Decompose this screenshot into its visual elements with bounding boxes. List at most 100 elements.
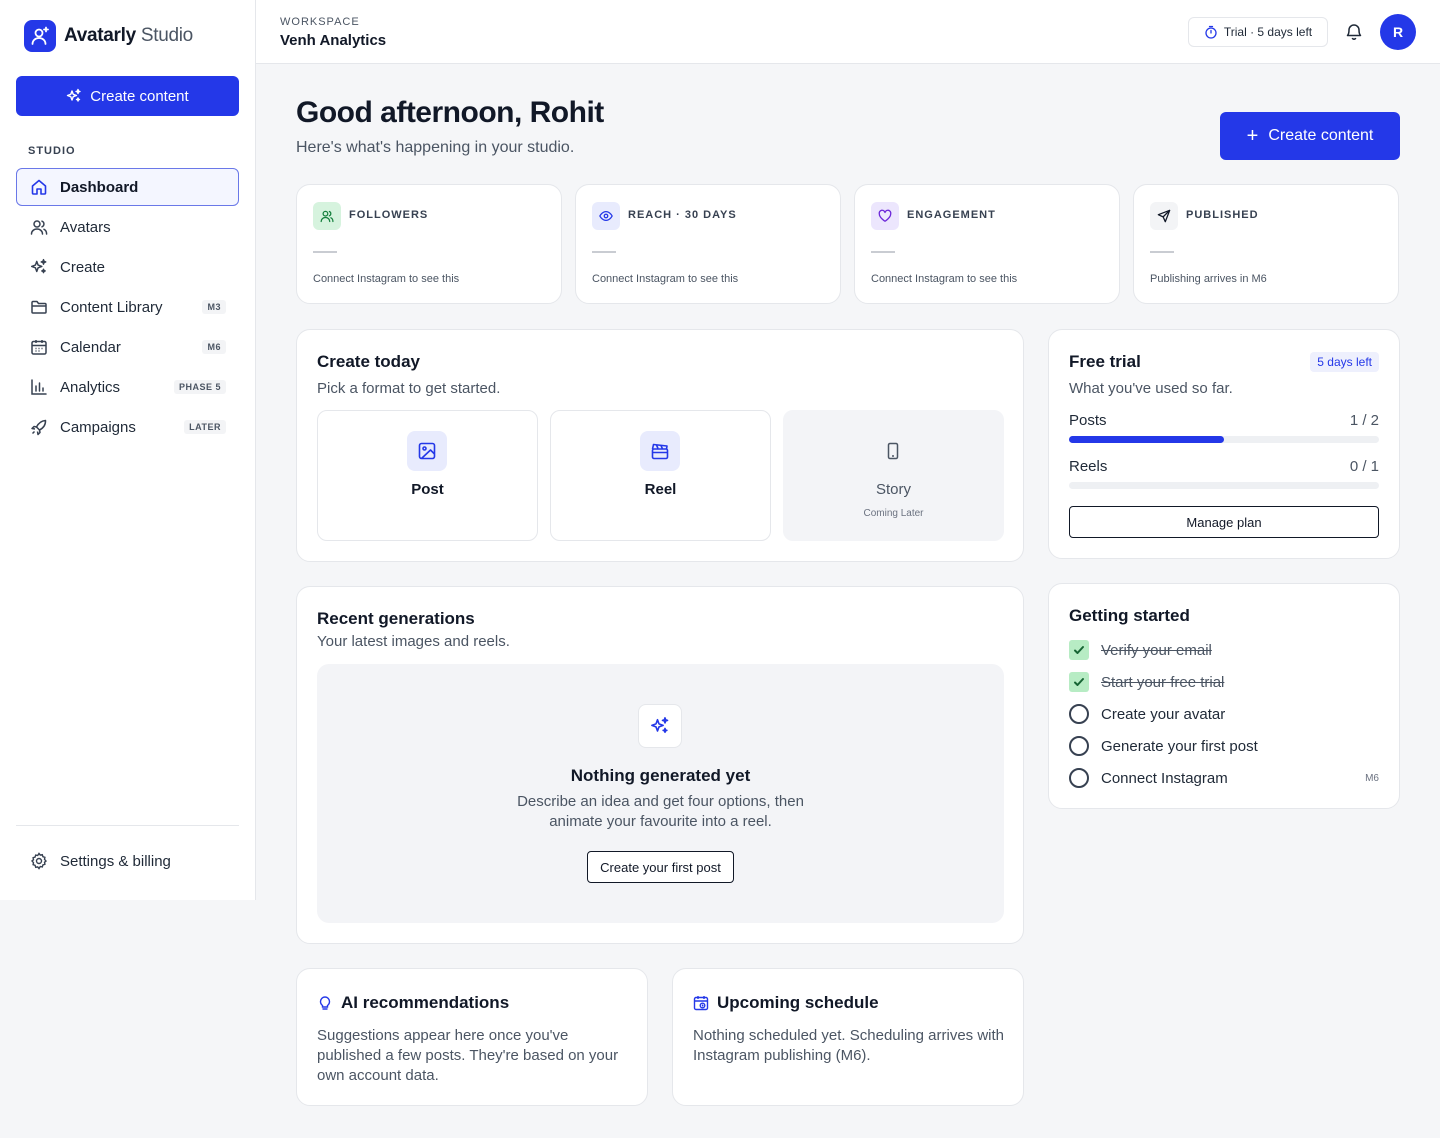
usage-bar-fill [1069,436,1224,443]
sparkles-icon [67,88,81,102]
format-label: Story [875,481,911,498]
ai-recommendations-card: AI recommendations Suggestions appear he… [296,968,648,1106]
stat-note: Connect Instagram to see this [592,273,739,285]
checklist-label: Connect Instagram [1101,769,1228,787]
create-first-post-button[interactable]: Create your first post [587,851,734,883]
home-icon [29,177,49,197]
usage-value: 0 / 1 [1349,458,1379,475]
brand-logo-icon [24,20,56,52]
stat-card-engagement: ENGAGEMENT Connect Instagram to see this [854,184,1120,304]
sidebar-create-content-button[interactable]: Create content [16,76,239,116]
free-trial-card: Free trial 5 days left What you've used … [1048,329,1400,559]
format-option-post[interactable]: Post [317,410,538,541]
card-title: Free trial [1069,352,1141,371]
card-subtitle: Your latest images and reels. [317,633,510,650]
format-label: Reel [644,481,677,498]
circle-icon [1069,704,1089,724]
empty-state-title: Nothing generated yet [570,766,751,785]
card-title: Create today [317,352,420,371]
plus-icon: + [1246,124,1259,147]
card-title: Upcoming schedule [693,993,879,1013]
usage-value: 1 / 2 [1349,412,1379,429]
stat-card-published: PUBLISHED Publishing arrives in M6 [1133,184,1399,304]
workspace-label: WORKSPACE [280,16,360,28]
brand-name: Avatarly Studio [64,25,193,46]
format-option-story: Story Coming Later [783,410,1004,541]
format-option-reel[interactable]: Reel [550,410,771,541]
calendar-clock-icon [693,996,709,1011]
checklist-label: Start your free trial [1101,673,1225,691]
getting-started-card: Getting started Verify your email Start … [1048,583,1400,809]
stat-label: FOLLOWERS [349,209,429,221]
sidebar-item-badge: LATER [184,420,226,434]
trial-status-label: Trial · 5 days left [1223,25,1313,39]
checklist-item[interactable]: Start your free trial [1069,671,1379,693]
usage-row-reels: Reels 0 / 1 [1069,458,1379,475]
clapperboard-icon [640,431,680,471]
checklist-item[interactable]: Connect Instagram M6 [1069,767,1379,789]
upcoming-schedule-card: Upcoming schedule Nothing scheduled yet.… [672,968,1024,1106]
sidebar-item-content-library[interactable]: Content Library M3 [16,288,239,326]
format-label: Post [411,481,444,498]
sparkles-icon [638,704,682,748]
checklist-item[interactable]: Generate your first post [1069,735,1379,757]
sidebar-item-label: Create [60,258,106,276]
checklist-label: Create your avatar [1101,705,1226,723]
empty-state-description: Describe an idea and get four options, t… [517,793,804,830]
card-title-text: AI recommendations [341,993,510,1012]
sidebar-settings: Settings & billing [16,842,239,882]
checklist-item[interactable]: Create your avatar [1069,703,1379,725]
usage-label: Posts [1069,412,1107,429]
sidebar-item-analytics[interactable]: Analytics PHASE 5 [16,368,239,406]
sidebar-item-calendar[interactable]: Calendar M6 [16,328,239,366]
usage-bar-posts [1069,436,1379,443]
manage-plan-button[interactable]: Manage plan [1069,506,1379,538]
card-body: Nothing scheduled yet. Scheduling arrive… [693,1027,1005,1064]
sidebar-item-settings-billing[interactable]: Settings & billing [16,842,239,880]
stat-note: Publishing arrives in M6 [1150,273,1267,285]
empty-state: Nothing generated yet Describe an idea a… [317,664,1004,923]
stat-value-placeholder [1150,251,1174,253]
sidebar-item-dashboard[interactable]: Dashboard [16,168,239,206]
gear-icon [29,851,49,871]
checklist-badge: M6 [1365,772,1379,784]
card-title-text: Upcoming schedule [717,993,879,1012]
stat-card-followers: FOLLOWERS Connect Instagram to see this [296,184,562,304]
create-today-card: Create today Pick a format to get starte… [296,329,1024,562]
sidebar-item-create[interactable]: Create [16,248,239,286]
card-body: Suggestions appear here once you've publ… [317,1027,619,1084]
phone-icon [873,431,913,471]
card-subtitle: Pick a format to get started. [317,380,501,397]
checklist-item[interactable]: Verify your email [1069,639,1379,661]
card-title: Getting started [1069,606,1190,625]
brand[interactable]: Avatarly Studio [24,20,193,52]
trial-status-pill[interactable]: Trial · 5 days left [1188,17,1328,47]
checklist-label: Verify your email [1101,641,1212,659]
stat-note: Connect Instagram to see this [313,273,460,285]
rocket-icon [29,417,49,437]
lightbulb-icon [319,996,331,1010]
card-subtitle: What you've used so far. [1069,380,1233,397]
usage-row-posts: Posts 1 / 2 [1069,412,1379,429]
card-title: AI recommendations [317,993,509,1013]
page-title: Good afternoon, Rohit [296,96,604,129]
bell-icon[interactable] [1344,22,1364,42]
sidebar-item-badge: PHASE 5 [173,380,226,394]
sidebar-item-avatars[interactable]: Avatars [16,208,239,246]
sidebar-item-label: Content Library [60,298,163,316]
sidebar-item-label: Settings & billing [60,852,171,870]
card-title: Recent generations [317,609,475,628]
create-content-button[interactable]: + Create content [1220,112,1400,160]
usage-bar-reels [1069,482,1379,489]
sidebar-item-label: Campaigns [60,418,136,436]
sidebar-item-campaigns[interactable]: Campaigns LATER [16,408,239,446]
usage-label: Reels [1069,458,1108,475]
sidebar-item-badge: M6 [202,340,226,354]
circle-icon [1069,736,1089,756]
bar-chart-icon [29,377,49,397]
sidebar-item-label: Calendar [60,338,121,356]
sidebar: Avatarly Studio Create content STUDIO Da… [0,0,256,900]
sidebar-nav: Dashboard Avatars Create Content Library… [16,168,239,448]
workspace-name[interactable]: Venh Analytics [280,32,386,49]
user-avatar[interactable]: R [1380,14,1416,50]
